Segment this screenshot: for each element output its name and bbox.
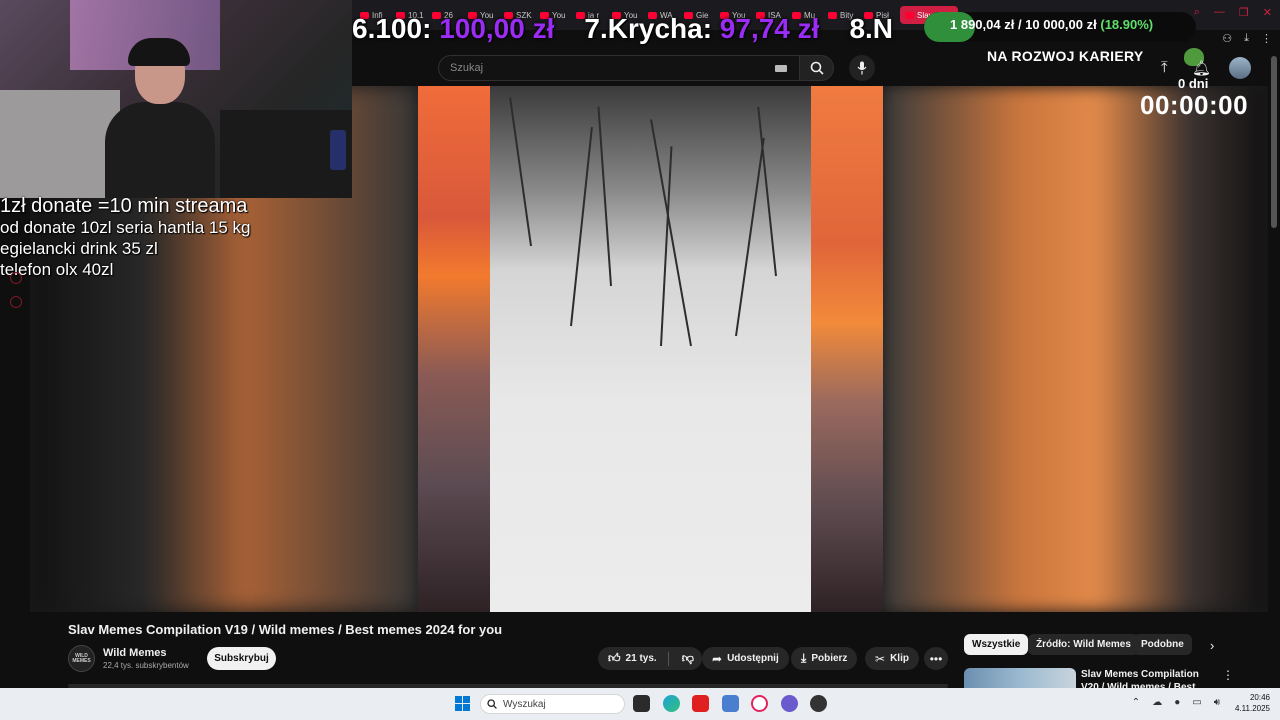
clip-label: Klip	[890, 653, 909, 664]
chip-source[interactable]: Źródło: Wild Memes	[1028, 634, 1139, 655]
video-title: Slav Memes Compilation V19 / Wild memes …	[68, 622, 503, 637]
maximize-icon[interactable]: ❐	[1239, 6, 1249, 19]
donation-rules: 1zł donate =10 min streama od donate 10z…	[0, 196, 250, 280]
thumbs-down-icon[interactable]: 👎︎	[682, 651, 694, 666]
network-icon[interactable]: ▭	[1192, 697, 1201, 708]
search-button[interactable]	[800, 55, 834, 81]
more-vertical-icon[interactable]: ⋮	[1222, 668, 1234, 682]
recommended-thumbnail[interactable]	[964, 668, 1076, 688]
donation-rule: telefon olx 40zl	[0, 260, 114, 279]
clock[interactable]: 20:46 4.11.2025	[1230, 692, 1270, 714]
window-controls: ⌕ — ❐ ✕	[1194, 6, 1272, 19]
opera-icon[interactable]	[751, 695, 768, 712]
video-snow-frame	[490, 86, 811, 612]
search-icon	[810, 61, 824, 75]
subscribe-button[interactable]: Subskrybuj	[207, 647, 276, 670]
search-input[interactable]: Szukaj	[438, 55, 800, 81]
more-horizontal-icon: •••	[929, 651, 943, 666]
video-blur-right	[883, 86, 1268, 612]
share-button[interactable]: ➦ Udostępnij	[702, 647, 789, 670]
video-sunset-left	[418, 86, 490, 612]
donation-rule: egielancki drink 35 zl	[0, 239, 158, 258]
microphone-icon[interactable]: ●	[1174, 697, 1180, 708]
video-sunset-right	[811, 86, 883, 612]
stream-timer: 00:00:00	[1140, 90, 1249, 120]
channel-name[interactable]: Wild Memes	[103, 647, 166, 659]
download-icon: ⤓	[801, 651, 807, 665]
scrollbar[interactable]	[1271, 56, 1277, 228]
download-label: Pobierz	[811, 653, 848, 664]
ticker-item: 6.100: 100,00 zł	[352, 13, 555, 44]
windows-start-icon[interactable]	[455, 696, 470, 711]
gear-icon[interactable]	[10, 296, 22, 308]
donation-rule: od donate 10zl seria hantla 15 kg	[0, 218, 251, 237]
obs-icon[interactable]	[810, 695, 827, 712]
thumbs-up-icon[interactable]: 👍︎	[608, 651, 621, 666]
close-icon[interactable]: ✕	[1263, 6, 1272, 19]
days-counter: 0 dni	[1178, 76, 1209, 91]
ticker-item: 7.Krycha: 97,74 zł	[584, 13, 820, 44]
chevron-up-icon[interactable]: ⌃	[1132, 697, 1140, 708]
donation-rule: 1zł donate =10 min streama	[0, 195, 248, 217]
goal-text: 1 890,04 zł / 10 000,00 zł (18.90%)	[950, 17, 1154, 32]
download-icon[interactable]: ⤓	[1244, 32, 1249, 45]
minimize-icon[interactable]: —	[1214, 6, 1225, 19]
history-icon[interactable]	[10, 272, 22, 284]
more-actions-button[interactable]: •••	[924, 647, 948, 670]
taskbar-search[interactable]: Wyszukaj	[480, 694, 625, 714]
snipping-tool-icon[interactable]	[722, 695, 739, 712]
discord-icon[interactable]	[781, 695, 798, 712]
share-label: Udostępnij	[727, 653, 779, 664]
clock-time: 20:46	[1249, 693, 1270, 702]
bell-icon[interactable]: 🔔︎	[1192, 59, 1211, 77]
volume-icon[interactable]: 🔊︎	[1214, 697, 1220, 708]
channel-avatar[interactable]: WILD MEMES	[68, 645, 95, 672]
youtube-app-icon[interactable]	[692, 695, 709, 712]
task-view-icon[interactable]	[633, 695, 650, 712]
browser-toolbar: ⚇ ⤓ ⋮	[1222, 32, 1272, 45]
search-icon	[487, 699, 497, 709]
taskbar-search-placeholder: Wyszukaj	[503, 698, 546, 710]
chevron-right-icon[interactable]: ›	[1210, 638, 1214, 653]
system-tray: ⌃ ☁ ● ▭ 🔊︎	[1132, 697, 1220, 708]
download-button[interactable]: ⤓ Pobierz	[791, 647, 858, 670]
search-placeholder: Szukaj	[450, 62, 484, 74]
cloud-icon[interactable]: ☁	[1152, 697, 1162, 708]
clip-button[interactable]: ✂ Klip	[865, 647, 919, 670]
like-count[interactable]: 21 tys.	[626, 653, 657, 664]
chip-all[interactable]: Wszystkie	[964, 634, 1029, 655]
donation-ticker: 6.100: 100,00 zł 7.Krycha: 97,74 zł 8.N	[352, 12, 912, 46]
search-icon[interactable]: ⌕	[1194, 6, 1200, 19]
avatar[interactable]	[1229, 57, 1251, 79]
screen: Infi 10.1 26 You SZK You ja r You WA Gie You ISA Mu B…	[0, 0, 1280, 720]
upload-icon[interactable]: ⤒	[1161, 59, 1168, 76]
ticker-item: 8.N	[849, 13, 894, 44]
clock-date: 4.11.2025	[1235, 704, 1270, 713]
share-icon: ➦	[712, 651, 723, 666]
goal-title: NA ROZWOJ KARIERY	[987, 48, 1144, 64]
scissors-icon: ✂	[875, 651, 886, 666]
keyboard-icon[interactable]	[775, 65, 787, 72]
voice-search-button[interactable]	[849, 55, 875, 81]
menu-icon[interactable]: ⋮	[1261, 32, 1272, 45]
microphone-icon	[857, 61, 867, 75]
recommended-title[interactable]: Slav Memes Compilation V20 / Wild memes …	[1081, 668, 1216, 688]
like-dislike-group: 👍︎ 21 tys. 👎︎	[598, 647, 702, 670]
profile-icon[interactable]: ⚇	[1222, 32, 1232, 45]
chip-related[interactable]: Podobne	[1133, 634, 1192, 655]
webcam-overlay	[0, 0, 352, 198]
edge-icon[interactable]	[663, 695, 680, 712]
channel-subscriber-count: 22,4 tys. subskrybentów	[103, 661, 189, 670]
